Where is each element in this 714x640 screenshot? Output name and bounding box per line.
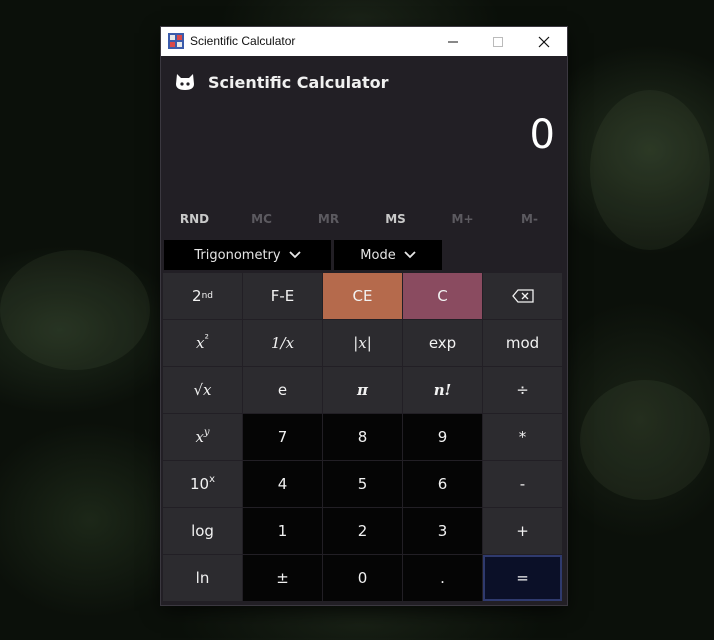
negate-button[interactable]: ± xyxy=(243,555,322,601)
backspace-button[interactable] xyxy=(483,273,562,319)
minimize-icon xyxy=(448,41,458,42)
keypad: 2nd F-E CE C x² 1/x |x| exp mod √x e π n… xyxy=(163,273,564,602)
mode-label: Mode xyxy=(360,247,396,263)
chevron-down-icon xyxy=(404,251,416,259)
absolute-value-button[interactable]: |x| xyxy=(323,320,402,366)
digit-1-button[interactable]: 1 xyxy=(243,508,322,554)
trigonometry-label: Trigonometry xyxy=(194,247,281,263)
memory-recall-button[interactable]: MR xyxy=(295,207,362,231)
digit-7-button[interactable]: 7 xyxy=(243,414,322,460)
equals-button[interactable]: = xyxy=(483,555,562,601)
memory-subtract-button[interactable]: M- xyxy=(496,207,563,231)
maximize-icon xyxy=(493,36,503,47)
memory-add-button[interactable]: M+ xyxy=(429,207,496,231)
fixed-exponent-button[interactable]: F-E xyxy=(243,273,322,319)
euler-button[interactable]: e xyxy=(243,367,322,413)
close-button[interactable] xyxy=(521,27,567,56)
calculator-app-icon xyxy=(168,33,184,49)
background-leaf xyxy=(0,250,150,370)
exp-button[interactable]: exp xyxy=(403,320,482,366)
clear-entry-button[interactable]: CE xyxy=(323,273,402,319)
key-label: 10 xyxy=(189,475,210,493)
digit-5-button[interactable]: 5 xyxy=(323,461,402,507)
second-function-button[interactable]: 2nd xyxy=(163,273,242,319)
ten-power-button[interactable]: 10 x xyxy=(163,461,242,507)
square-root-button[interactable]: √x xyxy=(163,367,242,413)
memory-row: RND MC MR MS M+ M- xyxy=(161,207,567,231)
close-icon xyxy=(538,36,550,47)
key-label: 2 xyxy=(192,287,202,305)
memory-clear-button[interactable]: MC xyxy=(228,207,295,231)
square-button[interactable]: x² xyxy=(163,320,242,366)
digit-6-button[interactable]: 6 xyxy=(403,461,482,507)
window-title: Scientific Calculator xyxy=(190,34,296,48)
pi-button[interactable]: π xyxy=(323,367,402,413)
backspace-icon xyxy=(511,289,534,303)
key-label: x xyxy=(195,428,204,446)
rnd-button[interactable]: RND xyxy=(161,207,228,231)
log-button[interactable]: log xyxy=(163,508,242,554)
maximize-button[interactable] xyxy=(475,27,521,56)
divide-button[interactable]: ÷ xyxy=(483,367,562,413)
chevron-down-icon xyxy=(288,251,301,259)
digit-2-button[interactable]: 2 xyxy=(323,508,402,554)
digit-4-button[interactable]: 4 xyxy=(243,461,322,507)
digit-0-button[interactable]: 0 xyxy=(323,555,402,601)
digit-8-button[interactable]: 8 xyxy=(323,414,402,460)
power-button[interactable]: xy xyxy=(163,414,242,460)
background-leaf xyxy=(580,380,710,500)
key-label: x xyxy=(196,334,205,352)
cat-icon xyxy=(176,74,194,90)
key-superscript: x xyxy=(209,473,215,485)
mod-button[interactable]: mod xyxy=(483,320,562,366)
natural-log-button[interactable]: ln xyxy=(163,555,242,601)
calculator-window: Scientific Calculator Scientific Calcula… xyxy=(161,27,567,605)
decimal-button[interactable]: . xyxy=(403,555,482,601)
key-superscript: y xyxy=(203,426,210,438)
trigonometry-dropdown[interactable]: Trigonometry xyxy=(164,240,331,270)
app-header-title: Scientific Calculator xyxy=(208,73,389,92)
title-bar: Scientific Calculator xyxy=(161,27,567,56)
factorial-button[interactable]: n! xyxy=(403,367,482,413)
digit-9-button[interactable]: 9 xyxy=(403,414,482,460)
multiply-button[interactable]: * xyxy=(483,414,562,460)
background-leaf xyxy=(590,90,710,250)
reciprocal-button[interactable]: 1/x xyxy=(243,320,322,366)
clear-button[interactable]: C xyxy=(403,273,482,319)
key-superscript: ² xyxy=(204,331,209,345)
memory-store-button[interactable]: MS xyxy=(362,207,429,231)
digit-3-button[interactable]: 3 xyxy=(403,508,482,554)
subtract-button[interactable]: - xyxy=(483,461,562,507)
result-display: 0 xyxy=(529,112,555,158)
key-superscript: nd xyxy=(201,291,213,301)
minimize-button[interactable] xyxy=(430,27,476,56)
mode-dropdown[interactable]: Mode xyxy=(334,240,442,270)
add-button[interactable]: + xyxy=(483,508,562,554)
